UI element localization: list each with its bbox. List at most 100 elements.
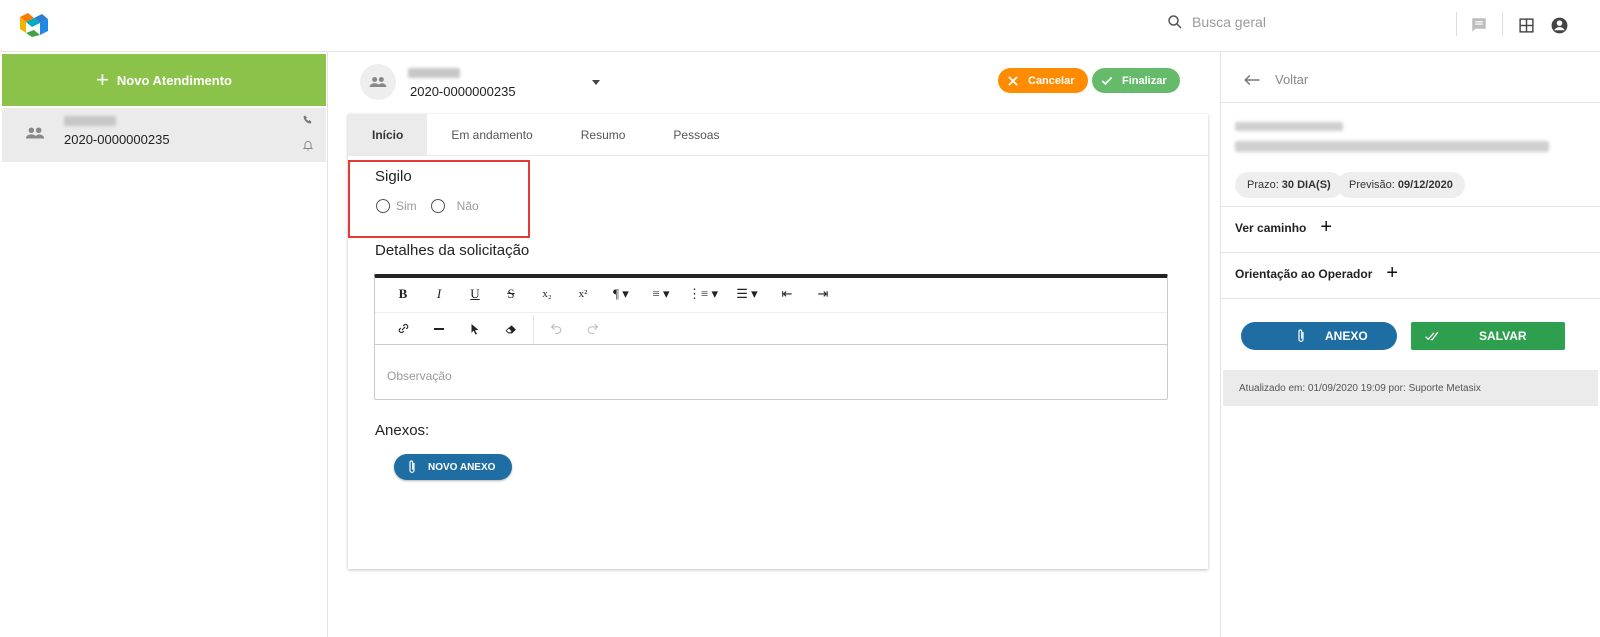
ver-caminho-label: Ver caminho [1235,220,1307,235]
align-button[interactable]: ≡ ▾ [641,280,681,308]
orientacao-label: Orientação ao Operador [1235,266,1373,281]
save-button[interactable]: SALVAR [1411,322,1565,350]
rich-text-editor: B I U S x₂ x² ¶ ▾ ≡ ▾ ⋮≡ ▾ ☰ ▾ ⇤ ⇥ Obser… [374,274,1168,400]
cancel-label: Cancelar [1028,74,1075,87]
ticket-number: 2020-0000000235 [410,84,516,99]
divider [1221,252,1600,253]
strikethrough-button[interactable]: S [493,280,529,308]
arrow-left-icon [1244,74,1260,85]
details-title: Detalhes da solicitação [375,242,530,259]
radio-sim[interactable] [376,199,390,213]
tab-bar: Início Em andamento Resumo Pessoas [348,114,1208,156]
redo-icon[interactable] [574,315,610,343]
bold-button[interactable]: B [385,280,421,308]
sigilo-title: Sigilo [375,168,412,185]
info-panel: Voltar Prazo: 30 DIA(S) Previsão: 09/12/… [1220,52,1600,637]
plus-icon: + [96,67,109,92]
orientacao-expander[interactable]: Orientação ao Operador + [1235,262,1398,285]
chat-icon[interactable] [1468,14,1490,36]
editor-toolbar-row2 [375,312,1167,344]
undo-icon[interactable] [538,315,574,343]
tab-em-andamento[interactable]: Em andamento [427,114,556,155]
new-ticket-label: Novo Atendimento [116,72,232,88]
previsao-value: 09/12/2020 [1397,179,1453,191]
check-icon [1101,76,1113,85]
account-icon[interactable] [1548,14,1570,36]
radio-nao-label: Não [456,199,479,213]
divider [1456,12,1457,36]
ticket-form-card: Início Em andamento Resumo Pessoas Sigil… [348,114,1208,569]
radio-sim-label: Sim [396,199,417,213]
prazo-value: 30 DIA(S) [1281,179,1331,191]
sigilo-radio-group: Sim Não [376,199,479,213]
people-icon [369,77,387,87]
tab-resumo[interactable]: Resumo [557,114,650,155]
new-attachment-label: NOVO ANEXO [428,461,496,473]
editor-toolbar-row1: B I U S x₂ x² ¶ ▾ ≡ ▾ ⋮≡ ▾ ☰ ▾ ⇤ ⇥ [375,278,1167,310]
italic-button[interactable]: I [421,280,457,308]
previsao-label: Previsão: [1349,179,1395,191]
new-ticket-button[interactable]: + Novo Atendimento [2,54,326,106]
paragraph-button[interactable]: ¶ ▾ [601,280,641,308]
finish-label: Finalizar [1122,74,1167,87]
paperclip-icon [409,460,415,473]
ticket-number: 2020-0000000235 [64,132,170,147]
prazo-label: Prazo: [1247,179,1279,191]
people-icon [25,127,45,139]
close-icon [1008,75,1018,86]
redacted-name [408,68,460,78]
global-search[interactable]: Busca geral [1166,13,1266,31]
ticket-header: 2020-0000000235 Cancelar Finalizar [340,52,1208,114]
app-logo[interactable] [14,9,52,43]
divider [1221,102,1600,103]
search-icon [1168,15,1182,29]
paperclip-icon [1298,329,1304,342]
link-icon[interactable] [385,315,421,343]
tab-pessoas[interactable]: Pessoas [649,114,743,155]
tab-inicio[interactable]: Início [348,114,428,155]
superscript-button[interactable]: x² [565,280,601,308]
finish-button[interactable]: Finalizar [1092,68,1180,93]
top-bar: Busca geral [0,0,1600,52]
prazo-chip: Prazo: 30 DIA(S) [1235,172,1343,198]
anexo-button[interactable]: ANEXO [1241,322,1397,350]
pointer-icon[interactable] [457,315,493,343]
redacted-text [1235,122,1343,131]
ticket-list-item[interactable]: 2020-0000000235 [2,108,326,162]
outdent-button[interactable]: ⇤ [769,280,805,308]
observacao-textarea[interactable]: Observação [375,344,1167,399]
save-label: SALVAR [1479,329,1527,343]
last-updated: Atualizado em: 01/09/2020 19:09 por: Sup… [1223,370,1598,406]
unordered-list-button[interactable]: ☰ ▾ [725,280,769,308]
chevron-down-icon[interactable] [592,80,600,85]
ver-caminho-expander[interactable]: Ver caminho + [1235,216,1332,239]
subscript-button[interactable]: x₂ [529,280,565,308]
avatar [360,64,396,100]
divider [533,314,534,343]
cancel-button[interactable]: Cancelar [998,68,1088,93]
horizontal-rule-icon[interactable] [421,315,457,343]
ticket-list-panel: + Novo Atendimento 2020-0000000235 [0,52,328,637]
divider [1221,298,1600,299]
phone-icon [303,115,312,124]
eraser-icon[interactable] [493,315,529,343]
indent-button[interactable]: ⇥ [805,280,841,308]
search-placeholder: Busca geral [1192,14,1266,30]
plus-icon: + [1320,216,1333,238]
bell-icon [302,140,314,151]
attachments-title: Anexos: [375,422,430,439]
radio-nao[interactable] [430,199,445,213]
previsao-chip: Previsão: 09/12/2020 [1337,172,1465,198]
grid-icon[interactable] [1515,14,1537,36]
double-check-icon [1425,331,1439,341]
ordered-list-button[interactable]: ⋮≡ ▾ [681,280,725,308]
divider [1221,206,1600,207]
ticket-detail: 2020-0000000235 Cancelar Finalizar Iníci… [340,52,1208,637]
underline-button[interactable]: U [457,280,493,308]
back-label: Voltar [1275,72,1309,87]
anexo-label: ANEXO [1325,329,1368,343]
new-attachment-button[interactable]: NOVO ANEXO [394,454,512,480]
redacted-name [64,116,116,126]
back-button[interactable]: Voltar [1243,72,1308,87]
redacted-text [1235,141,1549,152]
